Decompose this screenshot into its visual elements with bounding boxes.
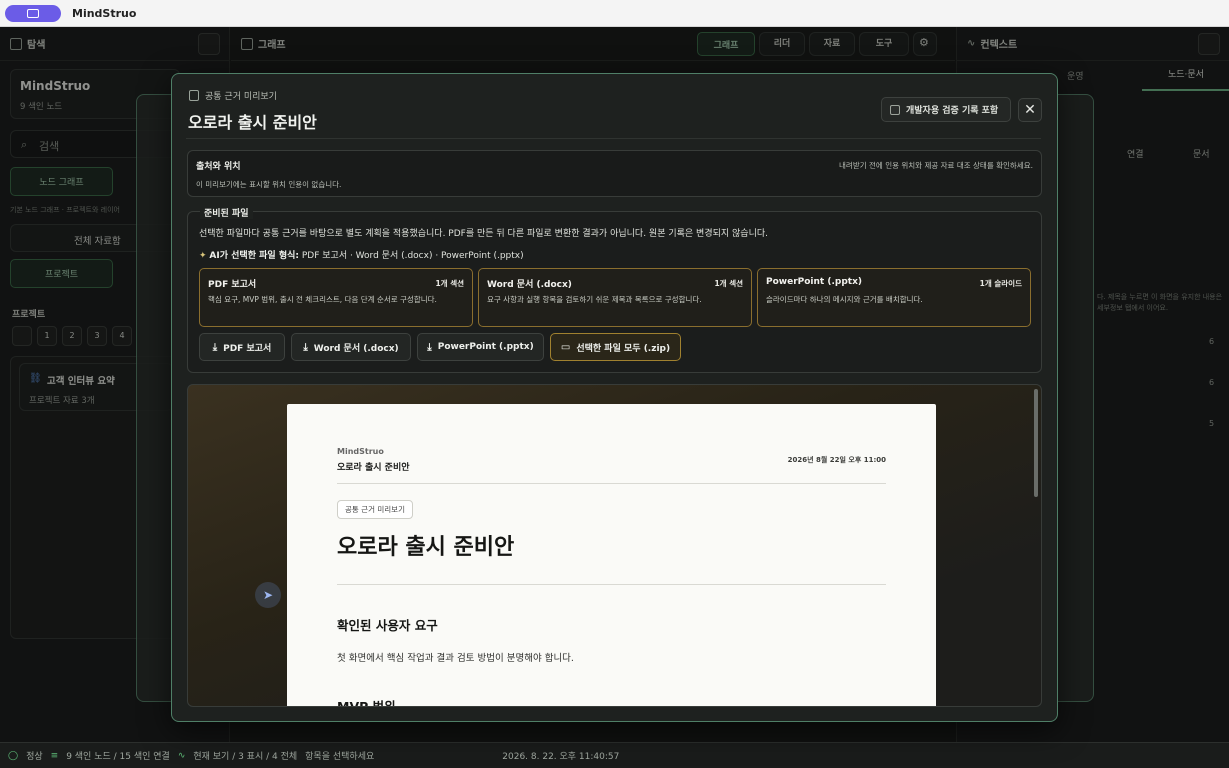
doc-section-heading: MVP 범위	[337, 699, 396, 707]
doc-badge: 공통 근거 미리보기	[337, 500, 413, 519]
close-icon: ✕	[1024, 102, 1036, 118]
ai-format-label: AI가 선택한 파일 형식:	[209, 251, 299, 261]
format-title: PDF 보고서	[208, 280, 257, 290]
dev-log-toggle[interactable]: 개발자용 검증 기록 포함	[881, 97, 1011, 122]
download-icon: ⤓	[212, 341, 218, 353]
ai-format-line: ✦ AI가 선택한 파일 형식: PDF 보고서 · Word 문서 (.doc…	[199, 248, 524, 261]
download-label: Word 문서 (.docx)	[313, 343, 399, 354]
window-switcher-button[interactable]	[5, 5, 61, 22]
preview-page: MindStruo 오로라 출시 준비안 2026년 8월 22일 오후 11:…	[287, 404, 936, 707]
dialog-kicker: 공통 근거 미리보기	[189, 89, 277, 102]
download-icon: ⤓	[303, 341, 308, 353]
format-desc: 요구 사항과 실행 항목을 검토하기 쉬운 제목과 목록으로 구성합니다.	[487, 295, 702, 304]
download-pdf-button[interactable]: ⤓ PDF 보고서	[199, 333, 285, 361]
window-titlebar: MindStruo	[0, 0, 1229, 27]
status-view: 현재 보기 / 3 표시 / 4 전체	[193, 752, 298, 762]
window-title: MindStruo	[72, 7, 137, 20]
document-icon	[189, 90, 199, 101]
database-icon: ≡	[50, 750, 59, 761]
dev-log-checkbox[interactable]	[890, 104, 900, 115]
format-count: 1개 섹션	[714, 279, 743, 288]
doc-divider	[337, 483, 886, 484]
screen-icon	[27, 9, 39, 18]
prepared-heading: 준비된 파일	[200, 206, 253, 219]
source-section: 출처와 위치 내려받기 전에 인용 위치와 제공 자료 대조 상태를 확인하세요…	[187, 150, 1042, 197]
download-docx-button[interactable]: ⤓ Word 문서 (.docx)	[291, 333, 411, 361]
doc-brand: MindStruo	[337, 447, 384, 456]
format-card-docx[interactable]: Word 문서 (.docx) 1개 섹션 요구 사항과 실행 항목을 검토하기…	[478, 268, 752, 327]
source-note: 내려받기 전에 인용 위치와 제공 자료 대조 상태를 확인하세요.	[839, 161, 1033, 170]
archive-icon: ▭	[560, 341, 571, 353]
format-title: PowerPoint (.pptx)	[766, 277, 862, 287]
doc-title: 오로라 출시 준비안	[337, 535, 515, 560]
download-icon: ⤓	[427, 341, 432, 353]
download-label: PDF 보고서	[223, 343, 272, 354]
status-select: 항목을 선택하세요	[305, 752, 375, 762]
divider	[186, 138, 1041, 139]
doc-divider	[337, 584, 886, 585]
ai-format-value: PDF 보고서 · Word 문서 (.docx) · PowerPoint (…	[301, 251, 524, 261]
download-zip-button[interactable]: ▭ 선택한 파일 모두 (.zip)	[550, 333, 681, 361]
download-pptx-button[interactable]: ⤓ PowerPoint (.pptx)	[417, 333, 544, 361]
doc-paragraph: 첫 화면에서 핵심 작업과 결과 검토 방법이 분명해야 합니다.	[337, 653, 574, 664]
dialog-kicker-text: 공통 근거 미리보기	[205, 92, 277, 102]
download-label: 선택한 파일 모두 (.zip)	[576, 343, 671, 354]
cursor-icon: ➤	[255, 582, 281, 608]
close-button[interactable]: ✕	[1018, 98, 1042, 122]
pulse-icon: ∿	[177, 750, 186, 761]
status-time: 2026. 8. 22. 오후 11:40:57	[502, 752, 620, 762]
status-state: 정상	[26, 752, 43, 762]
format-count: 1개 섹션	[435, 279, 464, 288]
dev-log-label: 개발자용 검증 기록 포함	[906, 106, 999, 116]
doc-header-name: 오로라 출시 준비안	[337, 463, 410, 473]
download-label: PowerPoint (.pptx)	[437, 342, 534, 352]
source-desc: 이 미리보기에는 표시할 위치 인용이 없습니다.	[196, 180, 342, 189]
status-bar: ◯ 정상 ≡ 9 색인 노드 / 15 색인 연결 ∿ 현재 보기 / 3 표시…	[0, 742, 1229, 768]
format-desc: 슬라이드마다 하나의 메시지와 근거를 배치합니다.	[766, 295, 923, 304]
doc-date: 2026년 8월 22일 오후 11:00	[787, 456, 886, 464]
preview-scrollbar[interactable]	[1034, 389, 1038, 497]
dialog-title: 오로라 출시 준비안	[188, 113, 317, 132]
prepared-files-section: 준비된 파일 선택한 파일마다 공통 근거를 바탕으로 별도 계획을 적용했습니…	[187, 206, 1042, 373]
sparkle-icon: ✦	[199, 251, 207, 261]
format-desc: 핵심 요구, MVP 범위, 출시 전 체크리스트, 다음 단계 순서로 구성합…	[208, 295, 437, 304]
prepared-desc: 선택한 파일마다 공통 근거를 바탕으로 별도 계획을 적용했습니다. PDF를…	[199, 229, 768, 239]
format-card-pdf[interactable]: PDF 보고서 1개 섹션 핵심 요구, MVP 범위, 출시 전 체크리스트,…	[199, 268, 473, 327]
doc-section-heading: 확인된 사용자 요구	[337, 618, 438, 633]
format-title: Word 문서 (.docx)	[487, 280, 572, 290]
check-icon: ◯	[8, 750, 19, 761]
document-preview[interactable]: ➤ MindStruo 오로라 출시 준비안 2026년 8월 22일 오후 1…	[187, 384, 1042, 707]
source-heading: 출처와 위치	[196, 162, 241, 172]
status-index: 9 색인 노드 / 15 색인 연결	[66, 752, 170, 762]
format-card-pptx[interactable]: PowerPoint (.pptx) 1개 슬라이드 슬라이드마다 하나의 메시…	[757, 268, 1031, 327]
format-count: 1개 슬라이드	[979, 279, 1022, 288]
evidence-preview-dialog: 공통 근거 미리보기 오로라 출시 준비안 개발자용 검증 기록 포함 ✕ 출처…	[171, 73, 1058, 722]
